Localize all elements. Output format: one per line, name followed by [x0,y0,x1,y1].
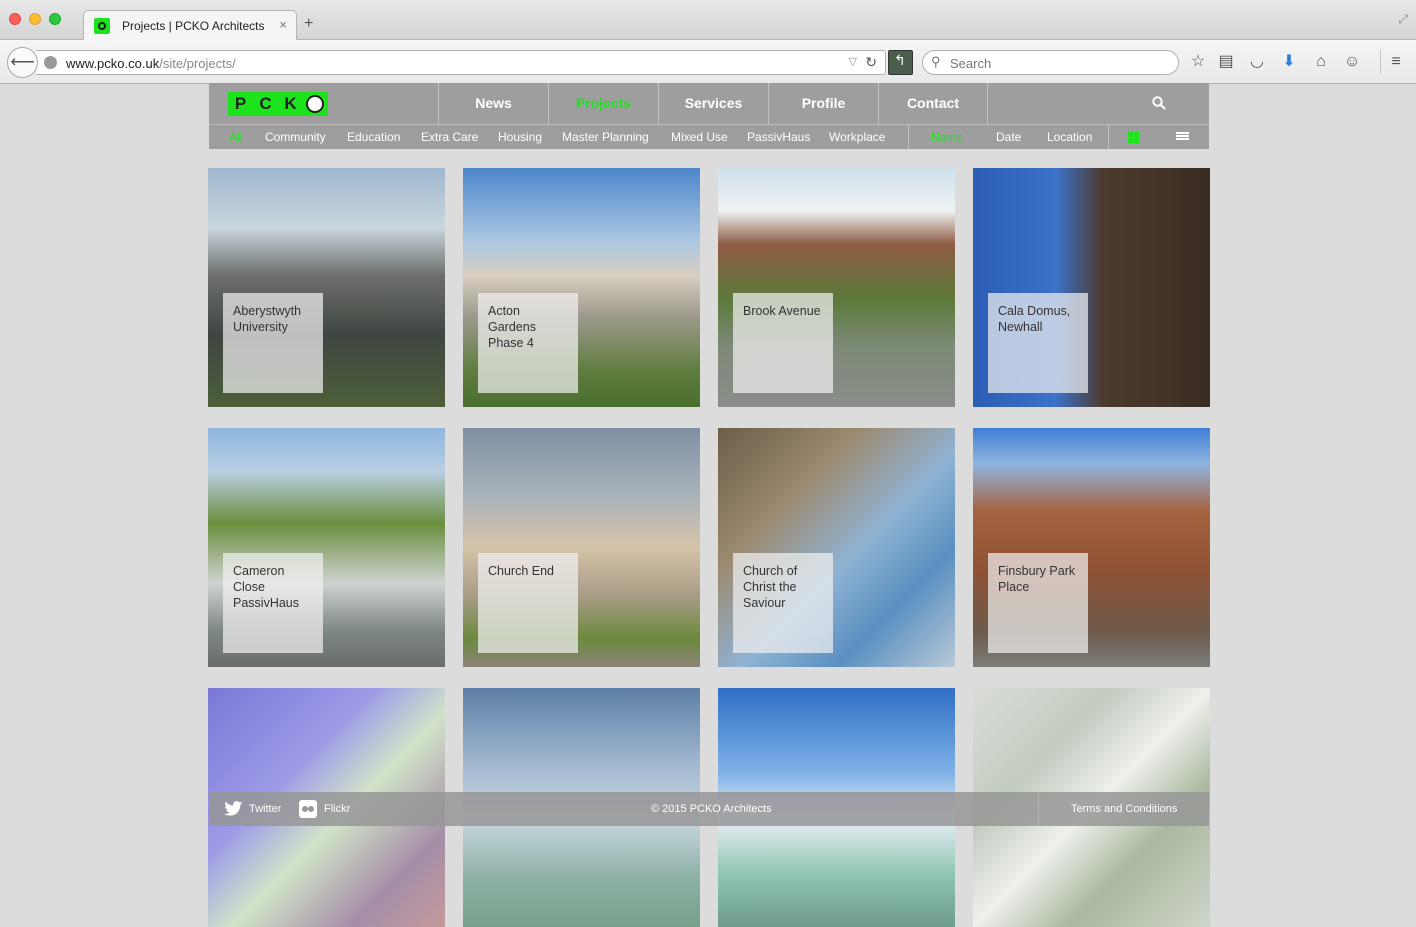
filter-all[interactable]: All [229,130,242,144]
url-text[interactable]: www.pcko.co.uk/site/projects/ [66,56,236,71]
downloads-icon[interactable]: ⬇ [1279,52,1299,72]
globe-icon [44,56,57,69]
url-path: /site/projects/ [159,56,236,71]
project-title: Church of Christ the Saviour [743,564,798,610]
filter-workplace[interactable]: Workplace [829,130,885,144]
menu-icon[interactable]: ≡ [1386,52,1406,72]
search-icon: ⚲ [931,54,941,69]
copyright-text: © 2015 PCKO Architects [651,803,772,815]
project-caption: Church of Christ the Saviour [733,553,833,653]
twitter-icon[interactable] [224,801,243,817]
flickr-link[interactable]: Flickr [324,803,350,815]
reload-icon[interactable]: ↻ [865,54,877,71]
list-view-icon[interactable] [1176,132,1189,143]
filter-master-planning[interactable]: Master Planning [562,130,649,144]
nav-contact[interactable]: Contact [878,83,988,124]
twitter-link[interactable]: Twitter [249,803,281,815]
project-caption: Cala Domus, Newhall [988,293,1088,393]
project-title: Aberystwyth University [233,304,302,334]
project-title: Cala Domus, Newhall [998,304,1071,334]
minimize-window-button[interactable] [29,13,41,25]
zoom-window-button[interactable] [49,13,61,25]
project-tile[interactable]: Finsbury Park Place [973,428,1210,667]
back-button[interactable]: ⟵ [7,47,38,78]
project-title: Acton Gardens Phase 4 [488,304,536,350]
url-bar[interactable]: www.pcko.co.uk/site/projects/ ▽ ↻ [36,50,886,75]
project-caption: Church End [478,553,578,653]
browser-tab[interactable]: Projects | PCKO Architects × [83,10,297,41]
logo-letter: C [253,92,278,116]
site-search-icon[interactable] [1152,96,1166,110]
filter-education[interactable]: Education [347,130,400,144]
url-domain: www.pcko.co.uk [66,56,160,71]
view-divider [1108,125,1109,150]
project-tile[interactable]: Brook Avenue [718,168,955,407]
favicon-icon [94,18,110,34]
reading-list-icon[interactable]: ▤ [1216,52,1236,72]
nav-profile[interactable]: Profile [768,83,878,124]
toolbar-divider [1380,50,1381,74]
project-title: Cameron Close PassivHaus [233,564,299,610]
browser-search-field[interactable]: ⚲ Search [922,50,1179,75]
pcko-logo[interactable]: P C K [228,92,328,116]
bookmark-star-icon[interactable]: ☆ [1188,52,1208,72]
nav-services[interactable]: Services [658,83,768,124]
site-footer: Twitter Flickr © 2015 PCKO Architects Te… [209,792,1209,826]
project-tile[interactable]: Cala Domus, Newhall [973,168,1210,407]
logo-letter: K [278,92,303,116]
filter-divider [908,125,909,150]
project-caption: Brook Avenue [733,293,833,393]
main-nav: News Projects Services Profile Contact [438,83,988,124]
project-filter-bar: All Community Education Extra Care Housi… [209,124,1209,150]
project-title: Church End [488,564,555,578]
project-tile[interactable]: Aberystwyth University [208,168,445,407]
filter-housing[interactable]: Housing [498,130,542,144]
browser-tab-bar: Projects | PCKO Architects × + ⤢ [0,0,1416,41]
filter-mixed-use[interactable]: Mixed Use [671,130,728,144]
filter-extra-care[interactable]: Extra Care [421,130,478,144]
nav-projects[interactable]: Projects [548,83,658,124]
flickr-icon[interactable] [299,800,317,818]
project-tile[interactable]: Acton Gardens Phase 4 [463,168,700,407]
project-caption: Finsbury Park Place [988,553,1088,653]
project-caption: Acton Gardens Phase 4 [478,293,578,393]
site-header: P C K News Projects Services Profile Con… [209,83,1209,124]
fullscreen-icon[interactable]: ⤢ [1398,12,1408,27]
url-history-dropdown-icon[interactable]: ▽ [849,55,857,68]
terms-link[interactable]: Terms and Conditions [1071,803,1177,815]
sort-location[interactable]: Location [1047,130,1092,144]
close-window-button[interactable] [9,13,21,25]
project-caption: Cameron Close PassivHaus [223,553,323,653]
grid-view-icon[interactable] [1128,132,1139,143]
chat-icon[interactable]: ☺ [1342,52,1362,72]
logo-o-mark [303,92,328,116]
sort-name[interactable]: Name [931,130,963,144]
project-tile[interactable]: Cameron Close PassivHaus [208,428,445,667]
project-title: Brook Avenue [743,304,821,318]
home-icon[interactable]: ⌂ [1311,52,1331,72]
browser-toolbar: www.pcko.co.uk/site/projects/ ▽ ↻ ⟵ ⚲ Se… [0,40,1416,84]
extension-icon[interactable] [888,50,913,75]
filter-passivhaus[interactable]: PassivHaus [747,130,810,144]
project-tile[interactable]: Church of Christ the Saviour [718,428,955,667]
project-tile[interactable]: Church End [463,428,700,667]
filter-community[interactable]: Community [265,130,326,144]
nav-news[interactable]: News [438,83,548,124]
sort-date[interactable]: Date [996,130,1021,144]
pocket-icon[interactable]: ◡ [1247,52,1267,72]
project-title: Finsbury Park Place [998,564,1076,594]
close-tab-icon[interactable]: × [279,17,287,32]
new-tab-button[interactable]: + [304,16,313,32]
search-placeholder: Search [950,56,992,71]
project-caption: Aberystwyth University [223,293,323,393]
logo-letter: P [228,92,253,116]
tab-title: Projects | PCKO Architects [122,19,265,33]
footer-divider [1038,792,1039,826]
